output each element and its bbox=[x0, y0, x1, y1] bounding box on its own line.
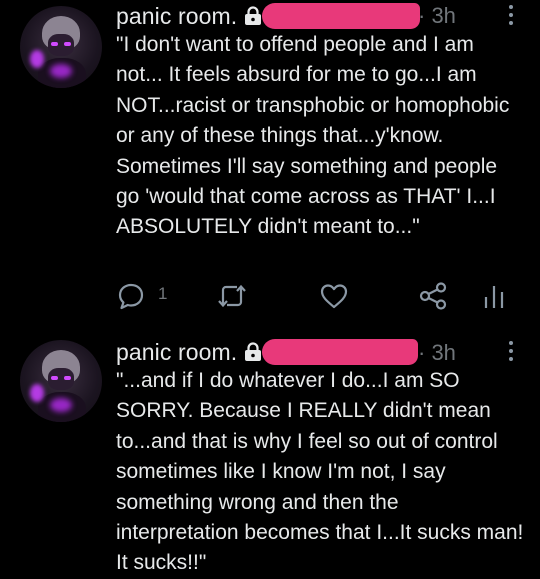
handle-redaction bbox=[262, 339, 418, 365]
lock-icon bbox=[245, 6, 262, 25]
action-bar: 1 bbox=[116, 281, 526, 311]
reply-icon[interactable] bbox=[116, 281, 146, 311]
analytics-icon[interactable] bbox=[482, 281, 506, 311]
tweet-header: panic room. bbox=[116, 337, 263, 367]
reply-count: 1 bbox=[158, 284, 168, 303]
more-icon[interactable] bbox=[500, 338, 522, 366]
author-name[interactable]: panic room. bbox=[116, 339, 237, 366]
timestamp[interactable]: · 3h bbox=[418, 3, 456, 29]
tweet-text: "...and if I do whatever I do...I am SO … bbox=[116, 369, 530, 575]
more-icon[interactable] bbox=[500, 2, 522, 30]
handle-redaction bbox=[262, 3, 420, 29]
timestamp[interactable]: · 3h bbox=[418, 340, 456, 366]
tweet-header: panic room. bbox=[116, 1, 263, 31]
share-icon[interactable] bbox=[418, 281, 448, 311]
avatar[interactable] bbox=[20, 6, 102, 88]
tweet-text: "I don't want to offend people and I am … bbox=[116, 33, 516, 239]
author-name[interactable]: panic room. bbox=[116, 3, 237, 30]
retweet-icon[interactable] bbox=[216, 281, 248, 311]
like-icon[interactable] bbox=[319, 281, 349, 311]
avatar[interactable] bbox=[20, 340, 102, 422]
lock-icon bbox=[245, 342, 262, 361]
